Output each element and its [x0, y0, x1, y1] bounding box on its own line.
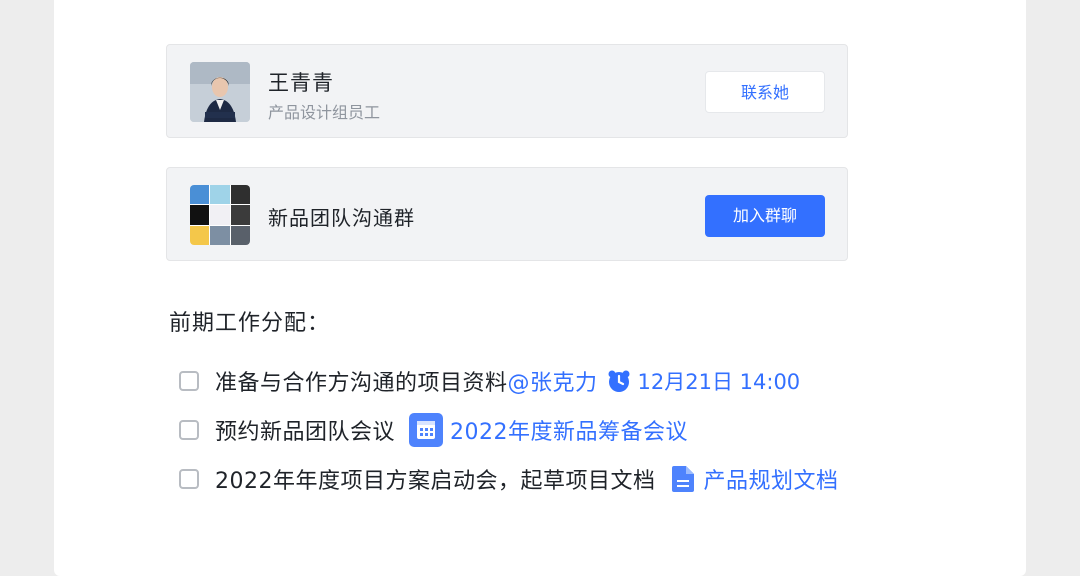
- meeting-link-text: 2022年度新品筹备会议: [450, 420, 689, 445]
- group-member-avatar: [210, 205, 230, 225]
- group-member-avatar: [230, 185, 250, 205]
- task-item: 预约新品团队会议 2022年度新品筹备会议: [179, 413, 688, 447]
- document-link-text: 产品规划文档: [703, 469, 839, 494]
- document-canvas: 王青青 产品设计组员工 联系她 新品团队沟通群 加入群聊 前期工作分配： 准备与…: [54, 0, 1026, 576]
- meeting-link[interactable]: 2022年度新品筹备会议: [409, 413, 688, 447]
- task-text: 2022年年度项目方案启动会，起草项目文档: [215, 469, 656, 494]
- group-member-avatar: [230, 205, 250, 225]
- contact-title: 产品设计组员工: [268, 103, 381, 122]
- group-member-avatar: [190, 185, 210, 205]
- contact-card[interactable]: 王青青 产品设计组员工 联系她: [166, 44, 848, 138]
- contact-name: 王青青: [268, 71, 334, 95]
- contact-her-button[interactable]: 联系她: [705, 71, 825, 113]
- group-member-avatar: [210, 225, 230, 245]
- document-icon: [670, 465, 696, 493]
- task-checkbox[interactable]: [179, 420, 199, 440]
- group-avatar[interactable]: [190, 185, 250, 245]
- due-date-text: 12月21日 14:00: [637, 370, 801, 394]
- task-text: 预约新品团队会议: [215, 420, 396, 445]
- user-mention[interactable]: @张克力: [508, 365, 598, 397]
- task-item: 2022年年度项目方案启动会，起草项目文档 产品规划文档: [179, 462, 839, 496]
- group-member-avatar: [230, 225, 250, 245]
- join-group-button[interactable]: 加入群聊: [705, 195, 825, 237]
- section-title: 前期工作分配：: [169, 311, 331, 336]
- avatar[interactable]: [190, 62, 250, 122]
- task-item: 准备与合作方沟通的项目资料 @张克力 12月21日 14:00: [179, 364, 800, 398]
- task-checkbox[interactable]: [179, 371, 199, 391]
- due-date[interactable]: 12月21日 14:00: [606, 366, 801, 396]
- group-name: 新品团队沟通群: [268, 206, 415, 230]
- document-link[interactable]: 产品规划文档: [670, 463, 839, 495]
- group-member-avatar: [190, 225, 210, 245]
- alarm-clock-icon: [606, 368, 632, 394]
- group-member-avatar: [190, 205, 210, 225]
- group-member-avatar: [210, 185, 230, 205]
- task-text: 准备与合作方沟通的项目资料: [215, 371, 508, 396]
- calendar-icon: [409, 413, 444, 447]
- group-card[interactable]: 新品团队沟通群 加入群聊: [166, 167, 848, 261]
- task-checkbox[interactable]: [179, 469, 199, 489]
